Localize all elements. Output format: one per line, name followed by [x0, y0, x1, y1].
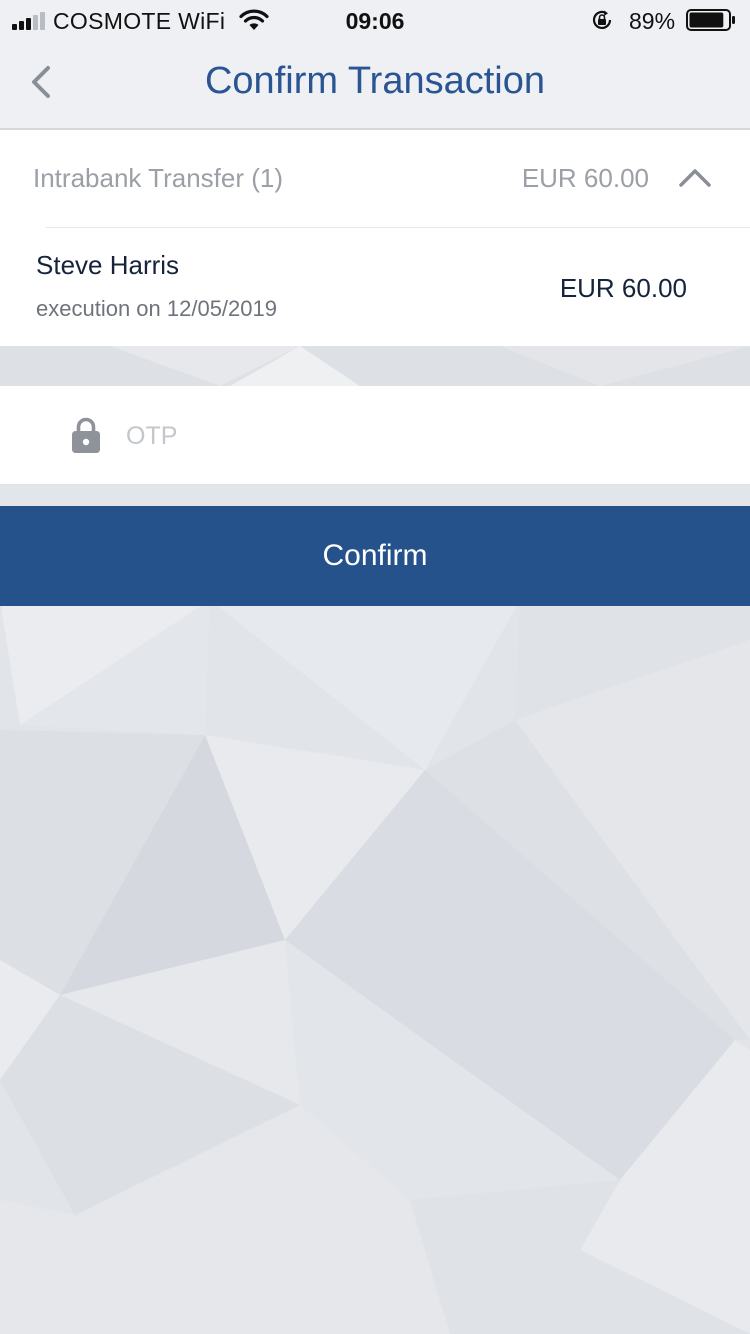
recipient-name: Steve Harris — [36, 250, 180, 280]
chevron-up-icon[interactable] — [678, 166, 712, 188]
lock-icon — [72, 417, 100, 453]
rotation-lock-icon — [592, 10, 612, 29]
transaction-group-total: EUR 60.00 — [521, 163, 649, 193]
confirm-button[interactable]: Confirm — [0, 506, 750, 606]
divider — [46, 227, 750, 228]
transaction-card: Intrabank Transfer (1) EUR 60.00 Steve H… — [0, 130, 750, 346]
transaction-amount: EUR 60.00 — [559, 273, 687, 303]
transaction-group-header[interactable]: Intrabank Transfer (1) EUR 60.00 — [0, 130, 750, 228]
execution-date: execution on 12/05/2019 — [36, 296, 277, 321]
page-title: Confirm Transaction — [204, 60, 545, 102]
transaction-group-label: Intrabank Transfer (1) — [33, 163, 283, 193]
battery-icon — [686, 9, 735, 31]
status-bar: COSMOTE WiFi 09:06 89% — [0, 0, 750, 40]
otp-field-row — [0, 386, 750, 485]
navigation-bar: Confirm Transaction — [0, 40, 750, 130]
otp-input[interactable] — [126, 416, 706, 456]
battery-percentage: 89% — [629, 8, 676, 34]
